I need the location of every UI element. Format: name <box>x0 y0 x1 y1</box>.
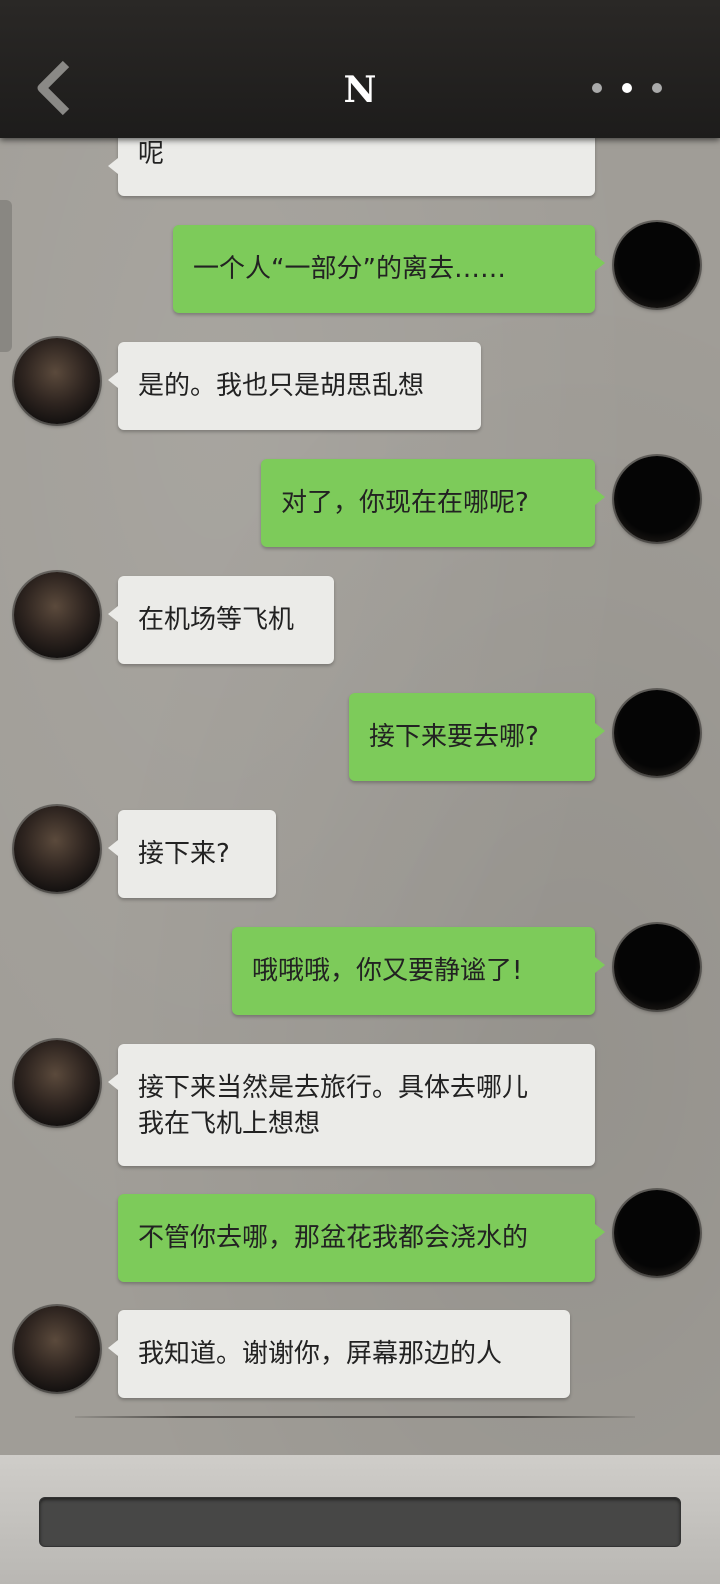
message-bubble-outgoing: 一个人“一部分”的离去…… <box>173 225 605 313</box>
avatar-n[interactable] <box>14 572 100 658</box>
avatar-self[interactable] <box>614 456 700 542</box>
avatar-n[interactable] <box>14 338 100 424</box>
message-bubble-outgoing: 哦哦哦，你又要静谧了! <box>232 927 605 1015</box>
avatar-n[interactable] <box>14 1040 100 1126</box>
scrollbar[interactable] <box>0 200 12 352</box>
avatar-n[interactable] <box>14 806 100 892</box>
divider <box>75 1416 635 1418</box>
message-bubble-incoming: 接下来当然是去旅行。具体去哪儿 我在飞机上想想 <box>108 1044 595 1166</box>
message-bubble-outgoing: 对了，你现在在哪呢? <box>261 459 605 547</box>
avatar-self[interactable] <box>614 924 700 1010</box>
message-bubble-incoming: 呢 <box>108 138 595 196</box>
avatar-self[interactable] <box>614 1190 700 1276</box>
message-bubble-incoming: 在机场等飞机 <box>108 576 334 664</box>
message-bubble-outgoing: 接下来要去哪? <box>349 693 605 781</box>
input-bar <box>0 1455 720 1584</box>
message-bubble-incoming: 我知道。谢谢你，屏幕那边的人 <box>108 1310 570 1398</box>
message-input[interactable] <box>39 1497 681 1547</box>
message-bubble-incoming: 接下来? <box>108 810 276 898</box>
chat-area[interactable]: 呢 一个人“一部分”的离去…… 是的。我也只是胡思乱想 对了，你现在在哪呢? 在… <box>0 138 720 1455</box>
avatar-self[interactable] <box>614 222 700 308</box>
top-bar: N <box>0 0 720 138</box>
avatar-self[interactable] <box>614 690 700 776</box>
message-bubble-incoming: 是的。我也只是胡思乱想 <box>108 342 481 430</box>
message-bubble-outgoing: 不管你去哪，那盆花我都会浇水的 <box>118 1194 605 1282</box>
more-horizontal-icon <box>592 83 602 93</box>
avatar-n[interactable] <box>14 1306 100 1392</box>
more-options-button[interactable] <box>592 80 662 96</box>
